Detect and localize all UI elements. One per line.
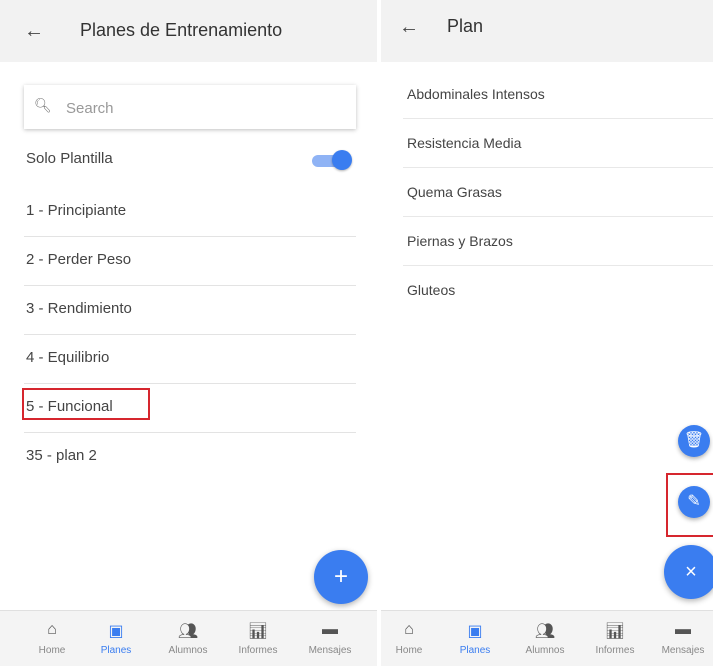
exercise-label: Gluteos [407, 282, 456, 298]
nav-label: Home [395, 645, 423, 656]
switch-knob [332, 150, 352, 170]
plan-label: 5 - Funcional [26, 398, 113, 415]
pencil-icon: ✎ [687, 493, 701, 510]
nav-informes[interactable]: 📊︎ Informes [230, 611, 286, 666]
message-icon: ▬ [322, 621, 338, 638]
nav-label: Alumnos [525, 645, 565, 656]
plan-detail-screen: ← Plan Abdominales Intensos Resistencia … [381, 0, 713, 666]
plan-item-selected[interactable]: 5 - Funcional [22, 384, 356, 433]
search-icon: 🔍︎ [34, 97, 52, 113]
plan-item[interactable]: 4 - Equilibrio [24, 335, 356, 384]
plan-item[interactable]: 2 - Perder Peso [24, 237, 356, 286]
trash-icon: 🗑︎ [683, 432, 705, 449]
nav-label: Alumnos [168, 645, 208, 656]
people-icon: 👥︎ [177, 623, 199, 640]
app-bar: ← Planes de Entrenamiento [0, 0, 377, 62]
nav-label: Informes [238, 645, 278, 656]
message-icon: ▬ [675, 621, 691, 638]
nav-informes[interactable]: 📊︎ Informes [587, 611, 643, 666]
bottom-nav: ⌂ Home ▣ Planes 👥︎ Alumnos 📊︎ Informes ▬… [381, 610, 713, 666]
page-title: Plan [447, 16, 484, 36]
template-only-switch[interactable] [312, 150, 352, 170]
nav-planes[interactable]: ▣ Planes [451, 611, 499, 666]
nav-label: Mensajes [308, 645, 352, 656]
exercise-label: Piernas y Brazos [407, 233, 513, 249]
nav-mensajes[interactable]: ▬ Mensajes [653, 611, 713, 666]
app-bar: ← Plan [381, 0, 713, 62]
nav-home[interactable]: ⌂ Home [385, 611, 433, 666]
nav-label: Planes [459, 645, 491, 656]
plan-label: 1 - Principiante [26, 202, 127, 219]
plan-item[interactable]: 35 - plan 2 [24, 433, 356, 481]
plus-icon: + [333, 563, 348, 590]
search-input[interactable] [64, 95, 338, 121]
nav-alumnos[interactable]: 👥︎ Alumnos [160, 611, 216, 666]
exercise-label: Resistencia Media [407, 135, 522, 151]
close-icon: × [685, 561, 697, 583]
exercise-item[interactable]: Abdominales Intensos [403, 70, 713, 119]
add-plan-button[interactable]: + [314, 550, 368, 604]
back-arrow-icon[interactable]: ← [24, 20, 44, 43]
nav-mensajes[interactable]: ▬ Mensajes [300, 611, 360, 666]
nav-home[interactable]: ⌂ Home [28, 611, 76, 666]
back-arrow-icon[interactable]: ← [399, 16, 419, 39]
home-icon: ⌂ [404, 621, 414, 638]
nav-planes[interactable]: ▣ Planes [92, 611, 140, 666]
exercise-item[interactable]: Quema Grasas [403, 168, 713, 217]
exercise-item[interactable]: Gluteos [403, 266, 713, 314]
template-toggle-row: Solo Plantilla [24, 142, 356, 182]
exercise-label: Quema Grasas [407, 184, 502, 200]
plan-label: 3 - Rendimiento [26, 300, 132, 317]
chart-icon: 📊︎ [247, 623, 269, 640]
bottom-nav: ⌂ Home ▣ Planes 👥︎ Alumnos 📊︎ Informes ▬… [0, 610, 377, 666]
exercise-item[interactable]: Resistencia Media [403, 119, 713, 168]
exercise-label: Abdominales Intensos [407, 86, 545, 102]
exercise-item[interactable]: Piernas y Brazos [403, 217, 713, 266]
delete-plan-button[interactable]: 🗑︎ [678, 425, 710, 457]
nav-label: Home [38, 645, 66, 656]
edit-plan-button[interactable]: ✎ [678, 486, 710, 518]
home-icon: ⌂ [47, 621, 57, 638]
plan-label: 4 - Equilibrio [26, 349, 110, 366]
nav-label: Mensajes [661, 645, 705, 656]
exercise-list: Abdominales Intensos Resistencia Media Q… [403, 70, 713, 314]
page-title: Planes de Entrenamiento [80, 20, 283, 40]
plan-label: 2 - Perder Peso [26, 251, 132, 268]
people-icon: 👥︎ [534, 623, 556, 640]
plans-screen: ← Planes de Entrenamiento 🔍︎ Solo Planti… [0, 0, 377, 666]
nav-alumnos[interactable]: 👥︎ Alumnos [517, 611, 573, 666]
close-fab-menu-button[interactable]: × [664, 545, 713, 599]
plan-item[interactable]: 1 - Principiante [24, 188, 356, 237]
nav-label: Planes [100, 645, 132, 656]
plan-label: 35 - plan 2 [26, 447, 97, 464]
clipboard-icon: ▣ [467, 623, 483, 640]
search-box[interactable]: 🔍︎ [24, 85, 356, 129]
plan-item[interactable]: 3 - Rendimiento [24, 286, 356, 335]
plan-list: 1 - Principiante 2 - Perder Peso 3 - Ren… [22, 188, 356, 481]
toggle-label: Solo Plantilla [26, 150, 113, 167]
nav-label: Informes [595, 645, 635, 656]
clipboard-icon: ▣ [108, 623, 124, 640]
chart-icon: 📊︎ [604, 623, 626, 640]
